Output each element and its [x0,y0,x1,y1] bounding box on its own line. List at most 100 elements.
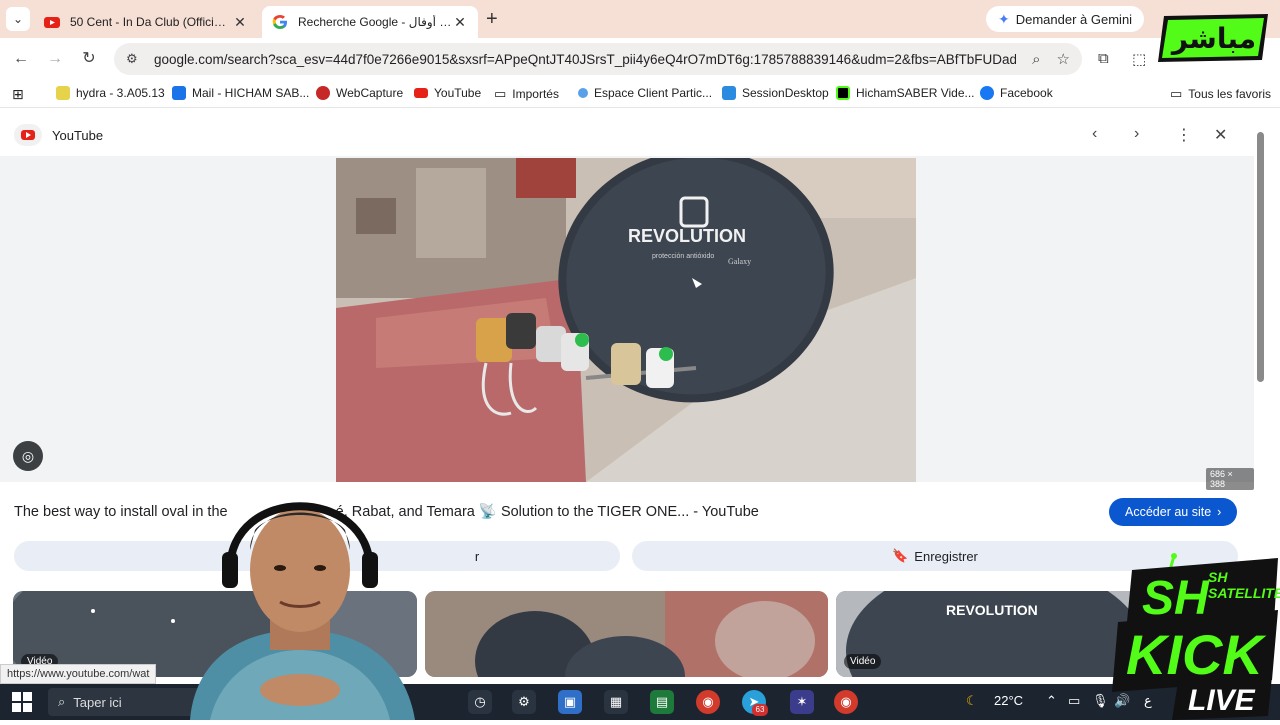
save-label: Enregistrer [914,548,978,564]
new-tab-plus-icon[interactable]: + [486,8,498,31]
gemini-sparkle-icon: ✦ [998,10,1010,27]
all-bookmarks-folder[interactable]: ▭ Tous les favoris [1170,86,1271,102]
bookmark-label: Tous les favoris [1188,87,1271,101]
next-image-icon[interactable]: › [1134,125,1139,143]
facebook-icon [980,86,994,100]
hydra-icon [56,86,70,100]
youtube-icon [21,130,35,140]
tray-overflow-icon[interactable]: ⌃ [1046,693,1057,709]
windows-start-icon[interactable] [12,692,32,712]
folder-icon: ▭ [494,86,507,101]
network-icon[interactable]: ▭ [1068,693,1080,709]
outlook-icon [172,86,186,100]
thumb-dish-brand: REVOLUTION [946,602,1038,618]
tab-search-dropdown[interactable]: ⌄ [6,7,30,31]
dish-brand: REVOLUTION [628,226,746,246]
viewer-header: YouTube ‹ › ⋮ ✕ [0,114,1254,156]
extensions-puzzle-icon[interactable]: ⬚ [1132,50,1146,68]
gemini-label: Demander à Gemini [1015,11,1133,27]
close-tab-icon[interactable]: ✕ [452,14,468,31]
close-viewer-icon[interactable]: ✕ [1214,125,1227,145]
bookmark-star-icon[interactable]: ☆ [1057,50,1070,68]
youtube-icon [414,88,428,98]
search-icon: ⌕ [58,694,66,709]
weather-moon-icon: ☾ [966,693,978,708]
thumb-image [425,591,828,677]
bookmark-label: YouTube [434,86,482,100]
source-name[interactable]: YouTube [52,128,103,143]
live-text: LIVE [1188,684,1256,717]
reload-icon[interactable]: ↻ [76,46,102,72]
taskbar-app-chrome[interactable]: ◉ [696,690,720,714]
related-thumb-2[interactable] [425,591,828,677]
bookmark-facebook[interactable]: Facebook [980,86,1053,100]
scroll-thumb[interactable] [1257,132,1264,382]
youtube-icon [44,17,60,28]
google-icon [272,15,287,29]
bookmark-hichamsaber[interactable]: HichamSABER Vide... [836,86,975,100]
bookmark-label: Espace Client Partic... [594,86,713,100]
kick-live-logo: SH SH SATELLITE KICK LIVE [1112,552,1280,720]
more-options-icon[interactable]: ⋮ [1176,125,1192,145]
bookmark-icon: 🔖 [892,548,909,563]
weather-temp[interactable]: 22°C [994,693,1023,708]
image-stage: REVOLUTION protección antióxido Galaxy ◎… [0,156,1254,490]
thumb-image: REVOLUTION [836,591,1146,677]
link-hover-status: https://www.youtube.com/wat [0,664,157,684]
kick-icon [836,86,850,100]
visit-site-button[interactable]: Accéder au site › [1109,498,1238,526]
bookmark-sessiondesktop[interactable]: SessionDesktop [722,86,829,100]
taskbar-app-clock[interactable]: ◷ [468,690,492,714]
taskbar-app-remote[interactable]: ▣ [558,690,582,714]
google-lens-icon[interactable]: ◎ [13,441,43,471]
apps-grid-icon[interactable]: ⊞ [12,86,24,103]
bookmark-hydra[interactable]: hydra - 3.A05.13 [56,86,165,100]
tab-strip: ⌄ 50 Cent - In Da Club (Official M ✕ Rec… [0,0,1280,38]
taskbar-app-calculator[interactable]: ▦ [604,690,628,714]
arabic-live-badge: مباشر [1158,12,1270,64]
session-icon [722,86,736,100]
tab-youtube[interactable]: 50 Cent - In Da Club (Official M ✕ [34,6,258,38]
forward-arrow-icon[interactable]: → [42,46,68,72]
taskbar-search-placeholder: Taper ici [73,694,122,710]
tab-google-search[interactable]: Recherche Google - طبق أوفال ✕ [262,6,478,38]
kick-text: KICK [1126,623,1266,686]
close-tab-icon[interactable]: ✕ [232,14,248,31]
folder-icon: ▭ [1170,86,1183,101]
live-badge-graphic: مباشر [1158,14,1268,62]
bookmark-espace-client[interactable]: Espace Client Partic... [578,86,712,100]
webcapture-icon [316,86,330,100]
source-favicon [14,124,42,146]
taskbar-app-excel[interactable]: ▤ [650,690,674,714]
dish-model: Galaxy [728,257,751,266]
back-arrow-icon[interactable]: ← [8,46,34,72]
bookmark-webcapture[interactable]: WebCapture [316,86,403,100]
site-settings-icon[interactable]: ⚙ [126,51,142,67]
tab-title: Recherche Google - طبق أوفال [298,15,452,29]
bookmarks-bar: ⊞ hydra - 3.A05.13 Mail - HICHAM SAB... … [0,80,1280,108]
url-text: google.com/search?sca_esv=44d7f0e7266e90… [154,51,1017,67]
chevron-right-icon: › [1217,505,1222,519]
taskbar-app-chrome-2[interactable]: ◉ [834,690,858,714]
extension-icon[interactable]: ⧉ [1098,50,1109,67]
bookmark-youtube[interactable]: YouTube [414,86,481,100]
search-icon[interactable]: ⌕ [1032,51,1040,68]
bookmark-folder-imported[interactable]: ▭ Importés [494,86,559,102]
previous-image-icon[interactable]: ‹ [1092,125,1097,143]
bookmark-label: SessionDesktop [742,86,829,100]
bookmark-label: WebCapture [336,86,404,100]
sh-small-text: SH [1208,569,1228,585]
live-arabic-text: مباشر [1170,22,1256,55]
microphone-icon[interactable]: 🎙 [1092,693,1109,709]
dish-tagline: protección antióxido [652,253,714,260]
satellite-dish-photo[interactable]: REVOLUTION protección antióxido Galaxy [336,158,916,482]
address-bar[interactable]: ⚙ google.com/search?sca_esv=44d7f0e7266e… [114,43,1082,75]
ask-gemini-button[interactable]: ✦ Demander à Gemini [986,6,1145,32]
bookmark-mail[interactable]: Mail - HICHAM SAB... [172,86,309,100]
taskbar-app-satellite[interactable]: ✶ [790,690,814,714]
bookmark-label: Facebook [1000,86,1053,100]
taskbar-app-tool[interactable]: ⚙ [512,690,536,714]
streamer-webcam [190,502,415,720]
related-thumb-3[interactable]: REVOLUTION Vidéo [836,591,1146,677]
browser-toolbar: ← → ↻ ⚙ google.com/search?sca_esv=44d7f0… [0,38,1280,80]
